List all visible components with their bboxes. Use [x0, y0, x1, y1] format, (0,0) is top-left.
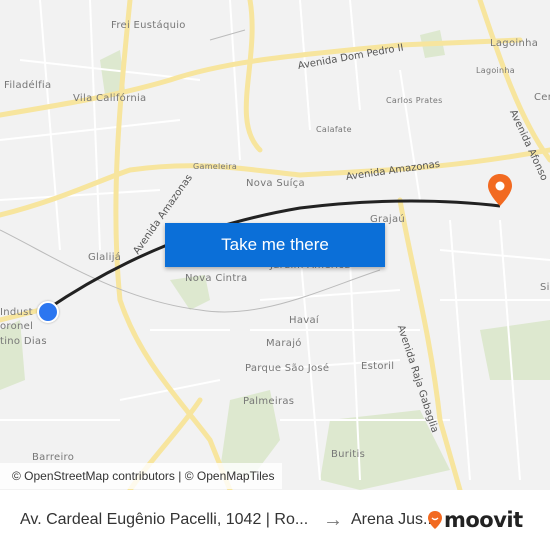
- map-label: tino Dias: [0, 336, 47, 347]
- map[interactable]: Frei Eustáquio Lagoinha Lagoinha Filadél…: [0, 0, 550, 490]
- map-label: Marajó: [266, 338, 302, 349]
- map-label: Vila Califórnia: [73, 93, 147, 104]
- map-label: Barreiro: [32, 452, 75, 463]
- origin-name: Av. Cardeal Eugênio Pacelli, 1042 | Ro..…: [20, 511, 309, 528]
- map-label: Calafate: [316, 125, 352, 134]
- brand-name: moovit: [444, 508, 523, 532]
- map-label: Glalijá: [88, 252, 122, 263]
- origin-marker[interactable]: [37, 301, 59, 323]
- map-label: Havaí: [289, 315, 319, 326]
- map-label: Palmeiras: [243, 396, 295, 407]
- route-footer: Av. Cardeal Eugênio Pacelli, 1042 | Ro..…: [0, 490, 550, 550]
- map-label: Nova Suíça: [246, 178, 305, 189]
- map-label: Cen: [534, 92, 550, 103]
- map-label: Nova Cintra: [185, 273, 248, 284]
- map-label: Frei Eustáquio: [111, 20, 186, 31]
- map-label: Si: [540, 282, 550, 293]
- map-label: oronel: [0, 321, 34, 332]
- map-label: Indust: [0, 307, 33, 318]
- destination-pin-icon[interactable]: [488, 174, 512, 206]
- map-attribution: © OpenStreetMap contributors | © OpenMap…: [0, 463, 283, 489]
- arrow-right-icon: →: [323, 508, 343, 531]
- moovit-logo: moovit: [428, 508, 523, 532]
- map-label: Lagoinha: [476, 66, 515, 75]
- map-label: Buritis: [331, 449, 366, 460]
- destination-name: Arena Jus...: [351, 511, 437, 528]
- take-me-there-button[interactable]: Take me there: [165, 223, 385, 267]
- moovit-pin-icon: [428, 511, 442, 529]
- map-label: Gameleira: [193, 162, 238, 171]
- map-label: Estoril: [361, 361, 395, 372]
- map-label: Lagoinha: [490, 38, 539, 49]
- map-label: Carlos Prates: [386, 96, 443, 105]
- map-label: Parque São José: [245, 363, 330, 374]
- map-label: Filadélfia: [4, 80, 52, 91]
